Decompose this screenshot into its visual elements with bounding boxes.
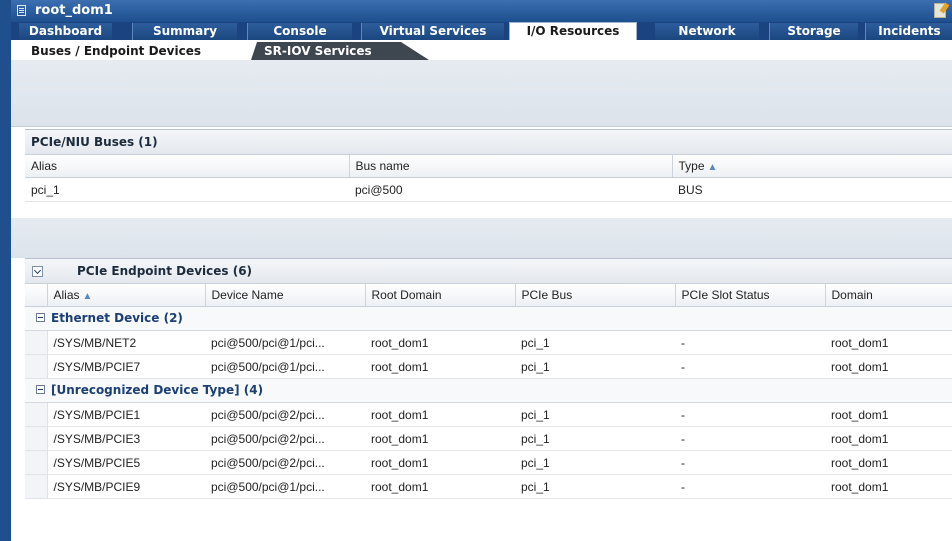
tab-incidents[interactable]: Incidents: [865, 23, 952, 40]
cell-slot-status: -: [675, 354, 825, 379]
column-header-bus-name[interactable]: Bus name: [349, 155, 673, 178]
tab-io-resources[interactable]: I/O Resources: [509, 22, 637, 40]
table-row[interactable]: /SYS/MB/PCIE3 pci@500/pci@2/pci... root_…: [25, 426, 952, 451]
cell-bus-name: pci@500: [349, 177, 672, 202]
tab-summary[interactable]: Summary: [132, 23, 237, 40]
cell-root-domain: root_dom1: [365, 474, 515, 499]
cell-domain: root_dom1: [825, 450, 952, 475]
cell-alias: /SYS/MB/PCIE5: [47, 450, 205, 475]
cell-pcie-bus: pci_1: [515, 402, 675, 427]
tab-network[interactable]: Network: [655, 23, 759, 40]
group-header-ethernet[interactable]: Ethernet Device (2): [25, 306, 952, 331]
cell-device-name: pci@500/pci@2/pci...: [205, 426, 365, 451]
row-selector-header: [25, 284, 48, 307]
row-selector[interactable]: [25, 450, 48, 475]
subtab-buses-endpoints[interactable]: Buses / Endpoint Devices: [31, 42, 201, 60]
cell-slot-status: -: [675, 426, 825, 451]
cell-domain: root_dom1: [825, 402, 952, 427]
row-selector[interactable]: [25, 402, 48, 427]
cell-slot-status: -: [675, 450, 825, 475]
window-title: root_dom1: [35, 3, 113, 18]
table-row[interactable]: /SYS/MB/NET2 pci@500/pci@1/pci... root_d…: [25, 330, 952, 355]
row-selector[interactable]: [25, 474, 48, 499]
cell-device-name: pci@500/pci@2/pci...: [205, 402, 365, 427]
row-selector[interactable]: [25, 354, 48, 379]
cell-domain: root_dom1: [825, 426, 952, 451]
collapse-group-icon[interactable]: [36, 385, 45, 394]
cell-pcie-bus: pci_1: [515, 330, 675, 355]
cell-domain: root_dom1: [825, 330, 952, 355]
cell-device-name: pci@500/pci@1/pci...: [205, 474, 365, 499]
cell-domain: root_dom1: [825, 354, 952, 379]
cell-pcie-bus: pci_1: [515, 450, 675, 475]
column-header-device-name[interactable]: Device Name: [205, 284, 366, 307]
main-panel: root_dom1 Dashboard Summary Console Virt…: [11, 0, 952, 541]
table-row[interactable]: /SYS/MB/PCIE1 pci@500/pci@2/pci... root_…: [25, 402, 952, 427]
buses-table: Alias Bus name Type ▲ pci_1 pci@500 BUS: [25, 155, 952, 202]
cell-root-domain: root_dom1: [365, 330, 515, 355]
tab-virtual-services[interactable]: Virtual Services: [361, 23, 504, 40]
table-row[interactable]: /SYS/MB/PCIE7 pci@500/pci@1/pci... root_…: [25, 354, 952, 379]
cell-slot-status: -: [675, 474, 825, 499]
cell-root-domain: root_dom1: [365, 354, 515, 379]
column-header-type[interactable]: Type ▲: [672, 155, 952, 178]
column-header-root-domain[interactable]: Root Domain: [365, 284, 516, 307]
sort-ascending-icon: ▲: [82, 291, 93, 302]
cell-root-domain: root_dom1: [365, 426, 515, 451]
table-row[interactable]: /SYS/MB/PCIE9 pci@500/pci@1/pci... root_…: [25, 474, 952, 499]
cell-pcie-bus: pci_1: [515, 426, 675, 451]
table-row[interactable]: pci_1 pci@500 BUS: [25, 177, 952, 202]
cell-alias: pci_1: [25, 177, 349, 202]
endpoints-panel: PCIe Endpoint Devices (6) Alias ▲ Device …: [25, 258, 952, 499]
column-header-alias[interactable]: Alias: [25, 155, 350, 178]
tab-dashboard[interactable]: Dashboard: [19, 23, 112, 40]
column-header-pcie-bus[interactable]: PCIe Bus: [515, 284, 676, 307]
table-row[interactable]: /SYS/MB/PCIE5 pci@500/pci@2/pci... root_…: [25, 450, 952, 475]
cell-alias: /SYS/MB/PCIE1: [47, 402, 205, 427]
cell-pcie-bus: pci_1: [515, 354, 675, 379]
main-tab-strip: Dashboard Summary Console Virtual Servic…: [11, 22, 952, 40]
spacer-band: [11, 60, 952, 127]
title-bar: root_dom1: [11, 0, 952, 22]
cell-domain: root_dom1: [825, 474, 952, 499]
buses-panel-title: PCIe/NIU Buses (1): [25, 129, 952, 155]
endpoints-panel-header: PCIe Endpoint Devices (6): [25, 258, 952, 284]
cell-device-name: pci@500/pci@1/pci...: [205, 354, 365, 379]
spacer-band: [11, 218, 952, 258]
endpoints-panel-title: PCIe Endpoint Devices (6): [77, 264, 253, 278]
cell-alias: /SYS/MB/PCIE9: [47, 474, 205, 499]
column-header-pcie-slot-status[interactable]: PCIe Slot Status: [675, 284, 826, 307]
tab-console[interactable]: Console: [247, 23, 352, 40]
subtab-sriov-services[interactable]: SR-IOV Services: [251, 42, 429, 60]
cell-root-domain: root_dom1: [365, 450, 515, 475]
cell-alias: /SYS/MB/NET2: [47, 330, 205, 355]
cell-alias: /SYS/MB/PCIE3: [47, 426, 205, 451]
collapse-toggle-icon[interactable]: [32, 266, 43, 277]
group-header-unrecognized[interactable]: [Unrecognized Device Type] (4): [25, 378, 952, 403]
row-selector[interactable]: [25, 426, 48, 451]
cell-slot-status: -: [675, 330, 825, 355]
cell-slot-status: -: [675, 402, 825, 427]
edit-icon[interactable]: [934, 3, 946, 18]
column-header-alias[interactable]: Alias ▲: [47, 284, 206, 307]
collapse-group-icon[interactable]: [36, 313, 45, 322]
buses-panel: PCIe/NIU Buses (1) Alias Bus name Type ▲ …: [25, 129, 952, 202]
tab-storage[interactable]: Storage: [769, 23, 858, 40]
sub-tab-strip: Buses / Endpoint Devices SR-IOV Services: [11, 40, 952, 60]
cell-alias: /SYS/MB/PCIE7: [47, 354, 205, 379]
column-header-domain[interactable]: Domain: [825, 284, 952, 307]
sort-ascending-icon: ▲: [707, 162, 718, 173]
document-icon: [17, 5, 26, 16]
cell-pcie-bus: pci_1: [515, 474, 675, 499]
cell-root-domain: root_dom1: [365, 402, 515, 427]
cell-type: BUS: [672, 177, 952, 202]
cell-device-name: pci@500/pci@1/pci...: [205, 330, 365, 355]
row-selector[interactable]: [25, 330, 48, 355]
endpoints-table: Alias ▲ Device Name Root Domain PCIe Bus …: [25, 284, 952, 499]
cell-device-name: pci@500/pci@2/pci...: [205, 450, 365, 475]
